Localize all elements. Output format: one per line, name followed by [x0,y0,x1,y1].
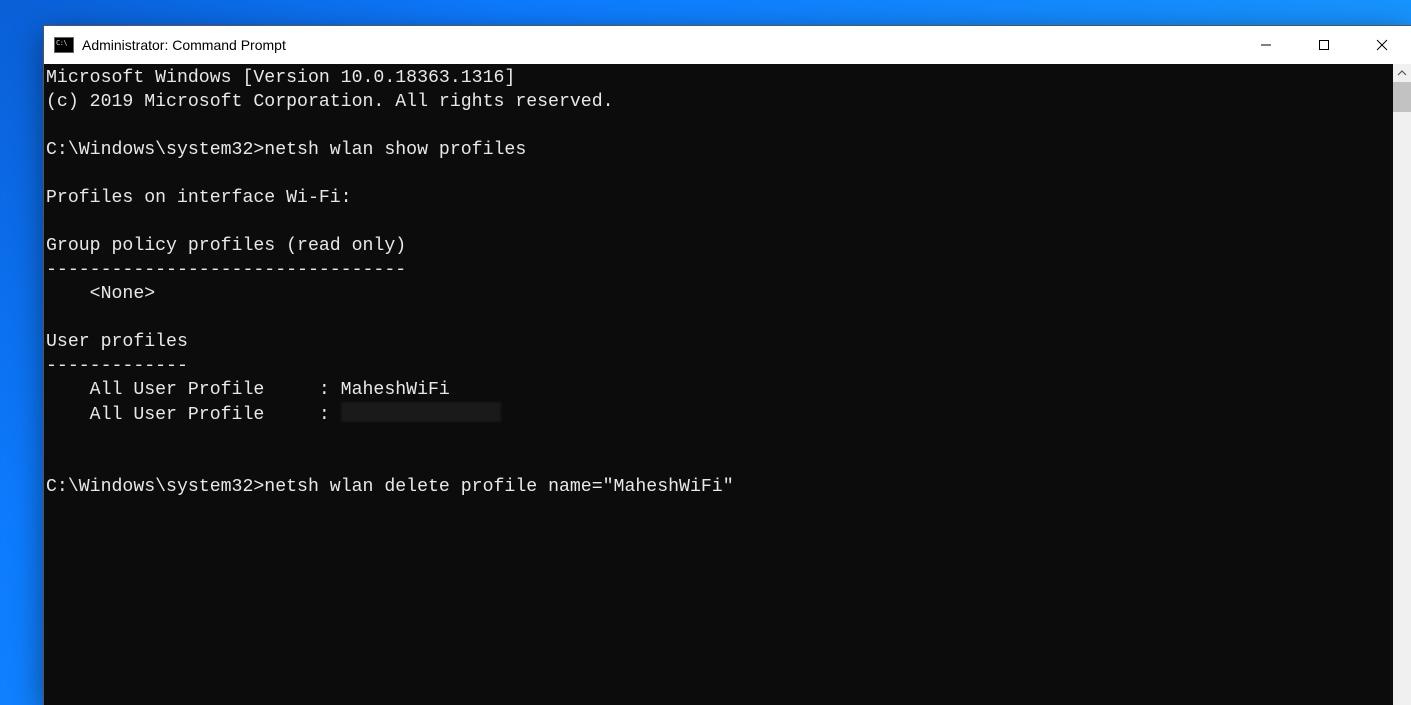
scroll-up-arrow-icon[interactable] [1393,64,1411,82]
maximize-button[interactable] [1295,26,1353,64]
redacted-profile-name [341,402,501,422]
prompt-1: C:\Windows\system32>netsh wlan show prof… [46,140,526,160]
scroll-thumb[interactable] [1393,82,1411,112]
console-output[interactable]: Microsoft Windows [Version 10.0.18363.13… [44,64,1393,705]
titlebar[interactable]: Administrator: Command Prompt [44,26,1411,64]
version-line: Microsoft Windows [Version 10.0.18363.13… [46,68,515,88]
cmd-icon [54,37,74,53]
maximize-icon [1318,39,1330,51]
command-prompt-window: Administrator: Command Prompt Microsoft … [43,25,1411,705]
divider: ------------- [46,356,188,376]
close-icon [1376,39,1388,51]
group-policy-header: Group policy profiles (read only) [46,236,406,256]
prompt-2: C:\Windows\system32>netsh wlan delete pr… [46,477,734,497]
vertical-scrollbar[interactable] [1393,64,1411,705]
close-button[interactable] [1353,26,1411,64]
user-profiles-header: User profiles [46,332,188,352]
divider: --------------------------------- [46,260,406,280]
client-area: Microsoft Windows [Version 10.0.18363.13… [44,64,1411,705]
profile-entry-2: All User Profile : [46,405,501,425]
copyright-line: (c) 2019 Microsoft Corporation. All righ… [46,92,614,112]
minimize-button[interactable] [1237,26,1295,64]
none-entry: <None> [46,284,155,304]
command-1: netsh wlan show profiles [264,140,526,160]
command-2: netsh wlan delete profile name="MaheshWi… [264,477,733,497]
interface-header: Profiles on interface Wi-Fi: [46,188,352,208]
profile-entry-1: All User Profile : MaheshWiFi [46,380,450,400]
window-title: Administrator: Command Prompt [82,37,286,53]
minimize-icon [1260,39,1272,51]
